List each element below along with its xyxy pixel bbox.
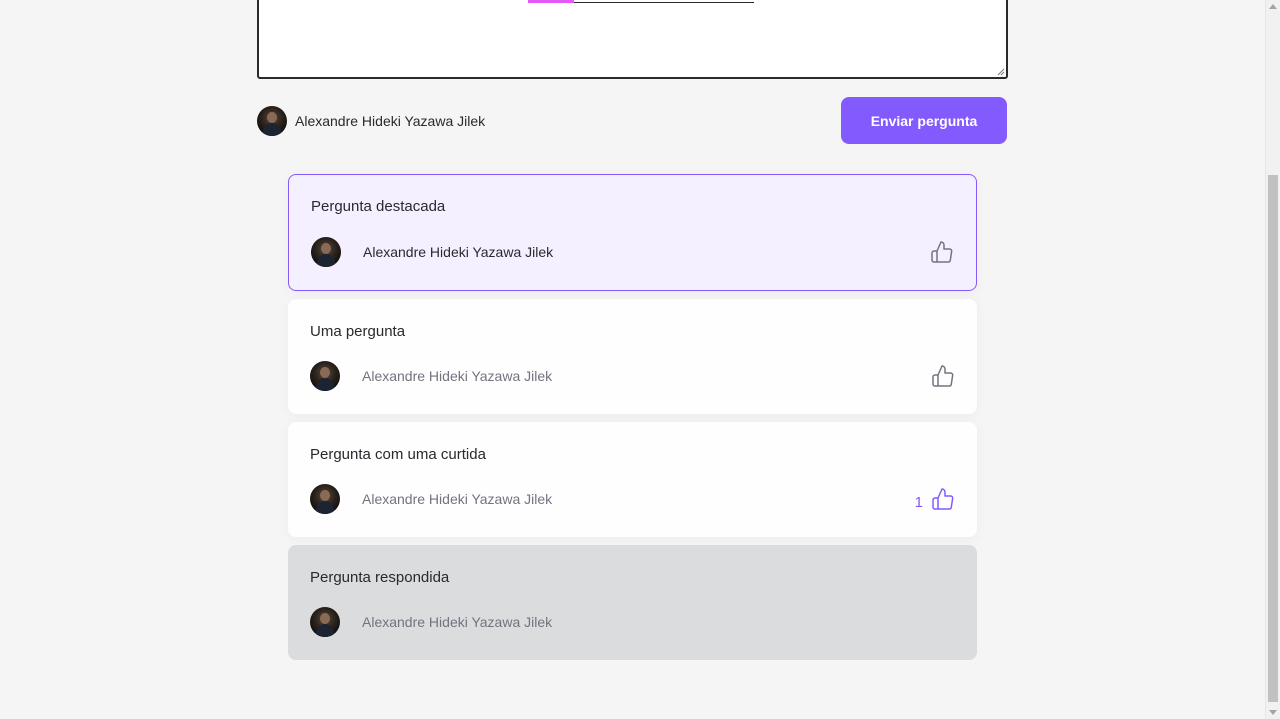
question-author: Alexandre Hideki Yazawa Jilek	[311, 237, 553, 267]
author-name: Alexandre Hideki Yazawa Jilek	[362, 614, 553, 630]
question-content: Pergunta destacada	[311, 198, 446, 215]
question-content: Uma pergunta	[310, 323, 406, 340]
scroll-up-arrow-icon[interactable]	[1269, 4, 1277, 9]
text-underline	[574, 2, 754, 3]
avatar	[257, 105, 287, 136]
user-info: Alexandre Hideki Yazawa Jilek	[257, 105, 486, 136]
question-author: Alexandre Hideki Yazawa Jilek	[310, 607, 552, 637]
question-textarea[interactable]	[257, 0, 1008, 79]
like-button[interactable]: 1	[915, 487, 955, 511]
question-content: Pergunta com uma curtida	[310, 446, 486, 463]
page: Alexandre Hideki Yazawa Jilek Enviar per…	[0, 0, 1265, 719]
question-footer: Alexandre Hideki Yazawa Jilek 1	[310, 484, 955, 514]
thumbs-up-icon	[932, 365, 954, 387]
thumbs-up-icon	[931, 241, 953, 263]
form-footer: Alexandre Hideki Yazawa Jilek Enviar per…	[257, 97, 1007, 144]
question-footer: Alexandre Hideki Yazawa Jilek	[310, 361, 955, 391]
scroll-down-arrow-icon[interactable]	[1269, 710, 1277, 715]
question-card: Uma pergunta Alexandre Hideki Yazawa Jil…	[288, 299, 977, 414]
avatar	[311, 237, 341, 267]
avatar	[310, 607, 340, 637]
user-name: Alexandre Hideki Yazawa Jilek	[295, 112, 486, 129]
scrollbar-thumb[interactable]	[1268, 175, 1278, 702]
like-button[interactable]	[930, 240, 954, 264]
thumbs-up-icon	[932, 488, 954, 510]
avatar	[310, 484, 340, 514]
resize-handle-icon[interactable]	[997, 68, 1005, 76]
question-content: Pergunta respondida	[310, 569, 450, 586]
like-button[interactable]	[931, 364, 955, 388]
avatar	[310, 361, 340, 391]
text-selection-mark	[528, 0, 574, 3]
author-name: Alexandre Hideki Yazawa Jilek	[362, 491, 553, 507]
question-author: Alexandre Hideki Yazawa Jilek	[310, 361, 552, 391]
vertical-scrollbar[interactable]	[1265, 0, 1280, 719]
question-card-answered: Pergunta respondida Alexandre Hideki Yaz…	[288, 545, 977, 660]
send-question-button[interactable]: Enviar pergunta	[841, 97, 1007, 144]
question-list: Pergunta destacada Alexandre Hideki Yaza…	[288, 174, 977, 668]
author-name: Alexandre Hideki Yazawa Jilek	[362, 368, 553, 384]
question-footer: Alexandre Hideki Yazawa Jilek	[310, 607, 955, 637]
question-author: Alexandre Hideki Yazawa Jilek	[310, 484, 552, 514]
question-card-highlighted: Pergunta destacada Alexandre Hideki Yaza…	[288, 174, 977, 291]
like-count: 1	[914, 494, 923, 511]
question-footer: Alexandre Hideki Yazawa Jilek	[311, 237, 954, 267]
question-card-liked: Pergunta com uma curtida Alexandre Hidek…	[288, 422, 977, 537]
author-name: Alexandre Hideki Yazawa Jilek	[363, 244, 554, 260]
